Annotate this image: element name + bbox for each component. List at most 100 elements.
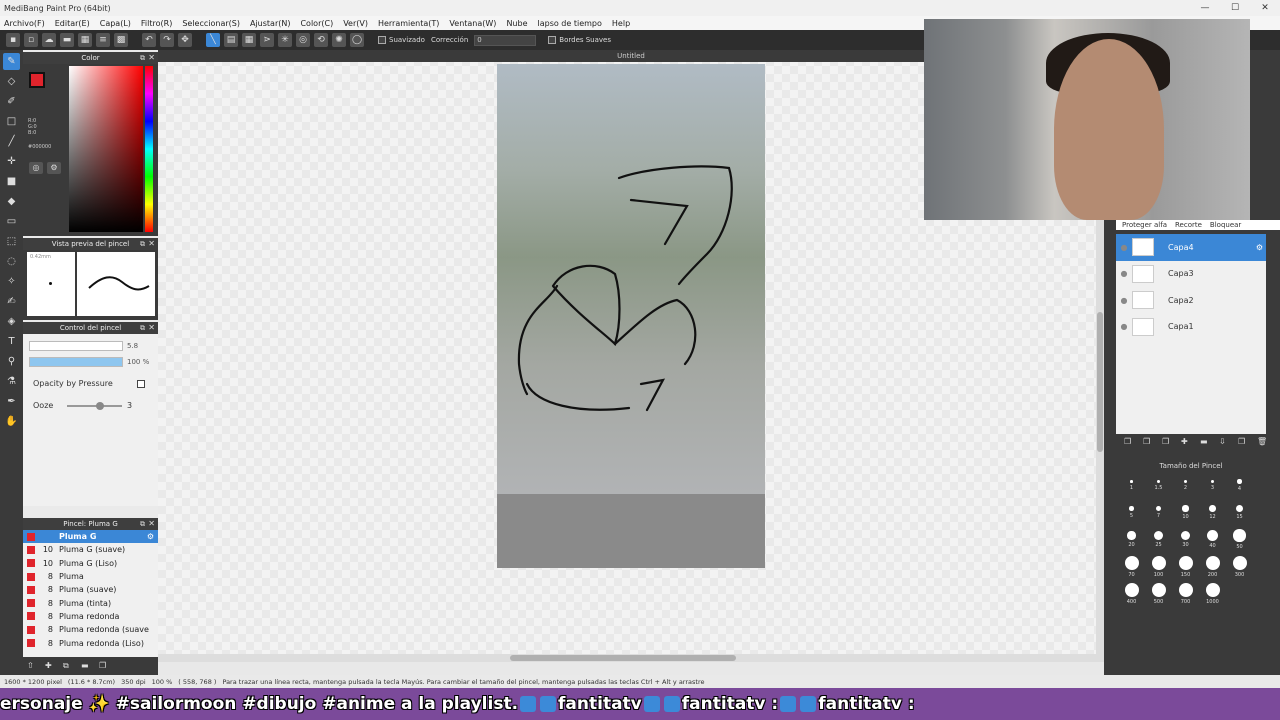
select-pen-icon[interactable]: ✍ [3,293,20,310]
menu-cloud[interactable]: Nube [506,19,527,28]
close-icon[interactable]: ✕ [148,322,155,334]
brush-list-item[interactable]: 8 Pluma (suave) [23,583,158,596]
magic-wand-icon[interactable]: ✧ [3,273,20,290]
vertical-scroll-thumb[interactable] [1097,312,1103,452]
brush-size-preset[interactable]: 1.5 [1145,472,1172,499]
brush-size-preset[interactable]: 10 [1172,499,1199,526]
brush-list-item[interactable]: 8 Pluma redonda (suave [23,623,158,636]
menu-help[interactable]: Help [612,19,630,28]
brush-size-preset[interactable]: 5 [1118,499,1145,526]
clipping-option[interactable]: Recorte [1175,221,1202,229]
saturation-value-picker[interactable] [69,66,143,232]
new-halftone-layer-icon[interactable]: ❐ [1143,437,1156,446]
brush-list-item[interactable]: 8 Pluma redonda [23,610,158,623]
opacity-pressure-checkbox[interactable] [137,379,146,388]
visibility-icon[interactable]: ● [1116,322,1132,331]
line-tool-icon[interactable]: ╱ [3,133,20,150]
visibility-icon[interactable]: ● [1116,269,1132,278]
brush-size-preset[interactable]: 1000 [1199,580,1226,607]
visibility-icon[interactable]: ● [1116,296,1132,305]
menu-tool[interactable]: Herramienta(T) [378,19,439,28]
new-layer-icon[interactable]: ❐ [1124,437,1137,446]
minimize-button[interactable]: — [1190,0,1220,16]
menu-view[interactable]: Ver(V) [343,19,368,28]
size-bar[interactable] [29,341,123,351]
copy-icon[interactable]: ❐ [99,661,112,672]
brush-settings-icon[interactable]: ⚙ [147,532,154,541]
snap-parallel-icon[interactable]: ▤ [224,33,238,47]
duplicate-brush-icon[interactable]: ⧉ [63,661,76,672]
brush-size-preset[interactable]: 2 [1172,472,1199,499]
soft-edges-checkbox[interactable] [548,36,557,44]
menu-filter[interactable]: Filtro(R) [141,19,172,28]
rectangle-tool-icon[interactable]: ■ [3,173,20,190]
dot-pen-tool-icon[interactable]: ✐ [3,93,20,110]
redo-icon[interactable]: ↷ [160,33,174,47]
visibility-icon[interactable]: ● [1116,243,1132,252]
brush-size-preset[interactable]: 15 [1226,499,1253,526]
cloud-icon[interactable]: ☁ [42,33,56,47]
filter-icon[interactable]: ▩ [114,33,128,47]
popout-icon[interactable]: ⧉ [140,518,145,530]
snap-radial-icon[interactable]: ✺ [332,33,346,47]
brush-size-preset[interactable]: 50 [1226,526,1253,553]
close-icon[interactable]: ✕ [148,518,155,530]
color-wheel-icon[interactable]: ◎ [29,162,43,174]
brush-size-preset[interactable]: 25 [1145,526,1172,553]
ruler-tool-icon[interactable]: ✒ [3,393,20,410]
menu-layer[interactable]: Capa(L) [100,19,131,28]
layer-icon[interactable]: ≡ [96,33,110,47]
menu-window[interactable]: Ventana(W) [449,19,496,28]
snap-cross-icon[interactable]: ✳ [278,33,292,47]
brush-size-preset[interactable]: 200 [1199,553,1226,580]
brush-size-preset[interactable]: 700 [1172,580,1199,607]
menu-select[interactable]: Seleccionar(S) [182,19,240,28]
snap-circle-icon[interactable]: ◎ [296,33,310,47]
brush-size-preset[interactable]: 400 [1118,580,1145,607]
smoothing-checkbox[interactable] [378,36,386,44]
snap-ring-icon[interactable]: ◯ [350,33,364,47]
brush-size-preset[interactable]: 20 [1118,526,1145,553]
open-file-icon[interactable]: ▫ [24,33,38,47]
menu-file[interactable]: Archivo(F) [4,19,45,28]
layer-row[interactable]: ● Capa4 ⚙ [1116,234,1266,261]
fg-bg-swatches[interactable] [29,72,55,98]
popout-icon[interactable]: ⧉ [140,322,145,334]
brush-list-item[interactable]: 8 Pluma (tinta) [23,596,158,609]
brush-size-preset[interactable]: 7 [1145,499,1172,526]
maximize-button[interactable]: ☐ [1220,0,1250,16]
move-tool-icon[interactable]: ✛ [3,153,20,170]
layer-row[interactable]: ● Capa1 [1116,314,1266,341]
layer-row[interactable]: ● Capa2 [1116,287,1266,314]
brush-size-preset[interactable]: 150 [1172,553,1199,580]
menu-adjust[interactable]: Ajustar(N) [250,19,291,28]
close-button[interactable]: ✕ [1250,0,1280,16]
snap-curve-icon[interactable]: ⟲ [314,33,328,47]
duplicate-layer-icon[interactable]: ❐ [1238,437,1251,446]
brush-size-preset[interactable]: 1 [1118,472,1145,499]
merge-down-icon[interactable]: ⇩ [1219,437,1232,446]
delete-layer-icon[interactable]: 🗑 [1257,437,1270,446]
horizontal-scrollbar[interactable] [158,654,1104,662]
brush-size-preset[interactable]: 100 [1145,553,1172,580]
brush-size-slider[interactable]: 5.8 [29,341,154,351]
grid-icon[interactable]: ▦ [78,33,92,47]
ooze-slider-knob[interactable] [96,402,104,410]
select-tool-icon[interactable]: ⬚ [3,233,20,250]
brush-size-preset[interactable]: 40 [1199,526,1226,553]
lasso-tool-icon[interactable]: ◌ [3,253,20,270]
brush-list-item[interactable]: Pluma G ⚙ [23,530,158,544]
menu-color[interactable]: Color(C) [300,19,333,28]
brush-list-item[interactable]: 8 Pluma redonda (Liso) [23,636,158,649]
brush-size-preset[interactable]: 4 [1226,472,1253,499]
protect-alpha-option[interactable]: Proteger alfa [1122,221,1167,229]
layer-settings-icon[interactable]: ⚙ [1256,243,1263,252]
eraser-tool-icon[interactable]: ◇ [3,73,20,90]
add-special-layer-icon[interactable]: ✚ [1181,437,1194,446]
horizontal-scroll-thumb[interactable] [510,655,736,661]
snap-grid-icon[interactable]: ▦ [242,33,256,47]
ooze-slider-track[interactable] [67,402,122,410]
brush-size-preset[interactable]: 30 [1172,526,1199,553]
gradient-tool-icon[interactable]: ▭ [3,213,20,230]
brush-size-preset[interactable]: 300 [1226,553,1253,580]
